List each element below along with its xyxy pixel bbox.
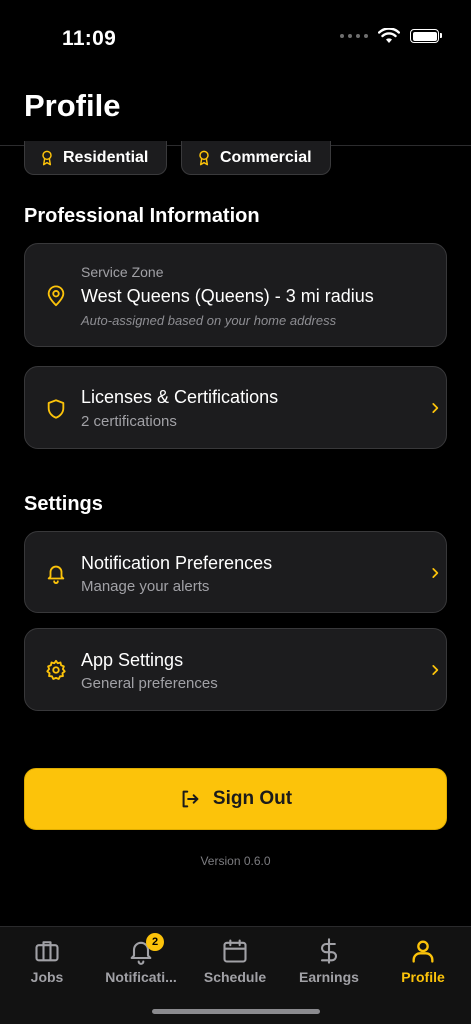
app-settings-subtitle: General preferences — [81, 675, 218, 692]
tab-label: Jobs — [30, 969, 64, 985]
signal-icon — [340, 34, 368, 38]
dollar-icon — [320, 938, 338, 964]
chip-label: Commercial — [220, 148, 312, 166]
home-indicator — [152, 1009, 320, 1014]
log-out-icon — [182, 790, 199, 808]
app-settings-title: App Settings — [81, 650, 184, 670]
sign-out-label: Sign Out — [212, 788, 293, 809]
tab-earnings[interactable]: Earnings — [282, 937, 376, 985]
wifi-icon — [378, 28, 400, 43]
chevron-right-icon — [432, 403, 439, 413]
award-icon — [42, 150, 52, 165]
service-zone-note: Auto-assigned based on your home address — [81, 313, 337, 328]
notification-preferences-title: Notification Preferences — [81, 553, 273, 573]
status-icons — [340, 28, 442, 44]
notification-preferences-row[interactable]: Notification Preferences Manage your ale… — [24, 531, 447, 613]
chevron-right-icon — [432, 568, 439, 578]
battery-icon — [410, 29, 442, 43]
award-icon — [199, 150, 209, 165]
status-time: 11:09 — [62, 27, 117, 50]
app-settings-row[interactable]: App Settings General preferences — [24, 628, 447, 711]
notification-badge: 2 — [146, 933, 164, 951]
sign-out-button[interactable]: Sign Out — [24, 768, 447, 830]
tab-label: Schedule — [203, 969, 267, 985]
tab-profile[interactable]: Profile — [376, 937, 470, 985]
tab-label: Earnings — [299, 969, 359, 985]
version-text: Version 0.6.0 — [200, 854, 271, 868]
briefcase-icon — [35, 941, 59, 962]
section-title-settings: Settings — [24, 493, 103, 515]
tab-jobs[interactable]: Jobs — [0, 937, 94, 985]
map-pin-icon — [47, 285, 65, 307]
bell-icon — [47, 565, 65, 584]
tab-schedule[interactable]: Schedule — [188, 937, 282, 985]
tab-label: Profile — [401, 969, 445, 985]
tab-notifications[interactable]: 2 Notificati... — [94, 933, 188, 985]
calendar-icon — [223, 939, 247, 963]
user-icon — [412, 940, 434, 963]
page-title: Profile — [24, 88, 121, 123]
service-zone-value: West Queens (Queens) - 3 mi radius — [81, 286, 374, 306]
chip-label: Residential — [63, 148, 149, 166]
service-zone-label: Service Zone — [81, 264, 164, 280]
tab-label: Notificati... — [105, 969, 177, 985]
licenses-subtitle: 2 certifications — [81, 413, 177, 430]
chevron-right-icon — [432, 665, 439, 675]
licenses-title: Licenses & Certifications — [81, 387, 279, 407]
chip-commercial[interactable]: Commercial — [181, 141, 331, 175]
service-zone-card: Service Zone West Queens (Queens) - 3 mi… — [24, 243, 447, 347]
chip-residential[interactable]: Residential — [24, 141, 167, 175]
section-title-professional: Professional Information — [24, 205, 260, 227]
notification-preferences-subtitle: Manage your alerts — [81, 578, 210, 595]
licenses-row[interactable]: Licenses & Certifications 2 certificatio… — [24, 366, 447, 449]
gear-icon — [46, 659, 66, 680]
shield-icon — [47, 399, 65, 419]
